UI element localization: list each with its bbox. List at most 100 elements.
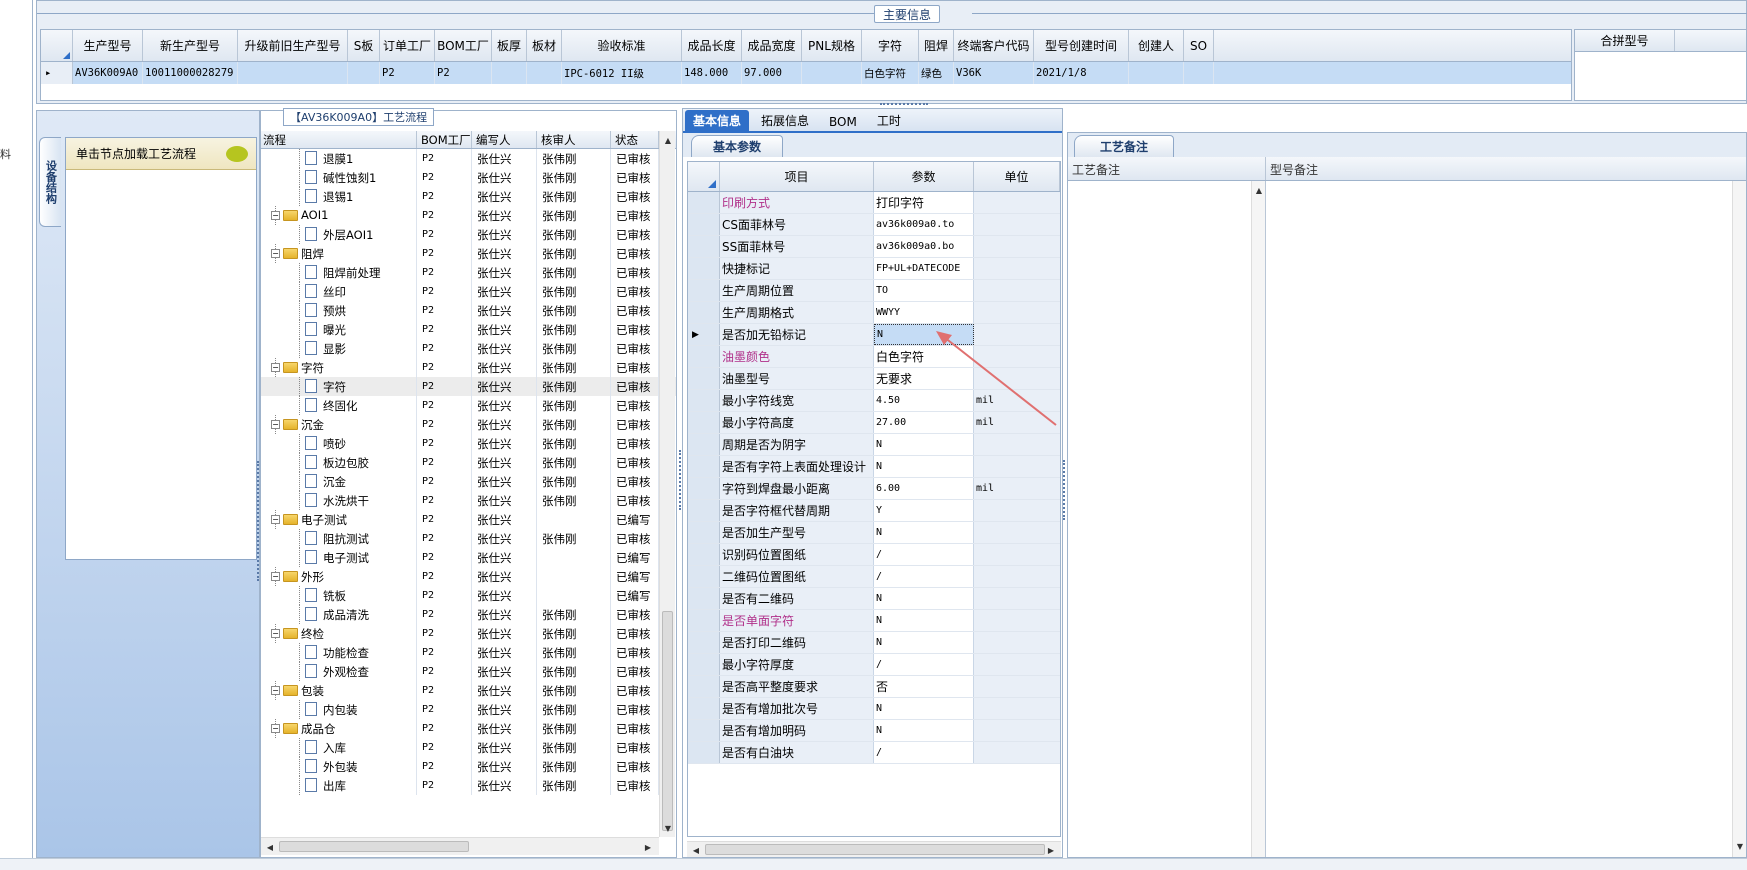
param-value[interactable]: FP+UL+DATECODE xyxy=(874,258,974,279)
row-selector[interactable] xyxy=(688,214,720,235)
process-reviewer-cell[interactable]: 张伟刚 xyxy=(537,225,611,244)
process-status-cell[interactable]: 已审核 xyxy=(611,396,659,415)
process-tree-cell[interactable]: 电子测试 xyxy=(261,548,417,567)
process-status-cell[interactable]: 已审核 xyxy=(611,187,659,206)
process-status-cell[interactable]: 已审核 xyxy=(611,776,659,795)
param-row[interactable]: SS面菲林号 av36k009a0.bo xyxy=(688,236,1060,258)
param-value[interactable]: N xyxy=(874,610,974,631)
main-col-header[interactable]: 升级前旧生产型号 xyxy=(238,30,348,61)
process-reviewer-cell[interactable]: 张伟刚 xyxy=(537,358,611,377)
process-bom-cell[interactable]: P2 xyxy=(417,301,472,320)
process-bom-cell[interactable]: P2 xyxy=(417,700,472,719)
param-value[interactable]: av36k009a0.to xyxy=(874,214,974,235)
main-col-header[interactable]: PNL规格 xyxy=(802,30,862,61)
main-cell[interactable] xyxy=(348,62,380,84)
process-writer-cell[interactable]: 张仕兴 xyxy=(472,738,537,757)
process-bom-cell[interactable]: P2 xyxy=(417,168,472,187)
process-status-cell[interactable]: 已审核 xyxy=(611,320,659,339)
main-cell[interactable]: P2 xyxy=(435,62,492,84)
process-status-cell[interactable]: 已审核 xyxy=(611,434,659,453)
process-row[interactable]: − AOI1 P2 张仕兴 张伟刚 已审核 xyxy=(261,206,676,225)
detail-tab[interactable]: 拓展信息 xyxy=(753,110,817,131)
scroll-down-icon[interactable]: ▼ xyxy=(661,821,675,835)
process-writer-cell[interactable]: 张仕兴 xyxy=(472,757,537,776)
main-cell[interactable]: 白色字符 xyxy=(862,62,919,84)
process-tree-cell[interactable]: − 成品仓 xyxy=(261,719,417,738)
process-bom-cell[interactable]: P2 xyxy=(417,681,472,700)
row-selector[interactable] xyxy=(688,632,720,653)
param-row[interactable]: 识别码位置图纸 / xyxy=(688,544,1060,566)
process-status-cell[interactable]: 已审核 xyxy=(611,263,659,282)
process-bom-cell[interactable]: P2 xyxy=(417,339,472,358)
process-row[interactable]: − 终检 P2 张仕兴 张伟刚 已审核 xyxy=(261,624,676,643)
process-tree-cell[interactable]: 外观检查 xyxy=(261,662,417,681)
process-tree-cell[interactable]: 沉金 xyxy=(261,472,417,491)
param-row[interactable]: 字符到焊盘最小距离 6.00 mil xyxy=(688,478,1060,500)
main-col-header[interactable]: 终端客户代码 xyxy=(954,30,1034,61)
param-grid[interactable]: 项目 参数 单位 印刷方式 打印字符 CS面菲林号 av36k009a0.to SS面菲林号… xyxy=(687,161,1061,837)
process-status-cell[interactable]: 已审核 xyxy=(611,244,659,263)
process-writer-cell[interactable]: 张仕兴 xyxy=(472,719,537,738)
process-bom-cell[interactable]: P2 xyxy=(417,225,472,244)
process-reviewer-cell[interactable]: 张伟刚 xyxy=(537,415,611,434)
main-cell[interactable] xyxy=(492,62,527,84)
param-row[interactable]: 是否单面字符 N xyxy=(688,610,1060,632)
process-bom-cell[interactable]: P2 xyxy=(417,377,472,396)
process-tree-cell[interactable]: 丝印 xyxy=(261,282,417,301)
process-bom-cell[interactable]: P2 xyxy=(417,738,472,757)
process-writer-cell[interactable]: 张仕兴 xyxy=(472,244,537,263)
process-reviewer-cell[interactable] xyxy=(537,510,611,529)
process-writer-cell[interactable]: 张仕兴 xyxy=(472,320,537,339)
process-writer-cell[interactable]: 张仕兴 xyxy=(472,681,537,700)
process-writer-cell[interactable]: 张仕兴 xyxy=(472,472,537,491)
process-bom-cell[interactable]: P2 xyxy=(417,206,472,225)
process-writer-cell[interactable]: 张仕兴 xyxy=(472,567,537,586)
process-row[interactable]: 碱性蚀刻1 P2 张仕兴 张伟刚 已审核 xyxy=(261,168,676,187)
process-reviewer-cell[interactable]: 张伟刚 xyxy=(537,776,611,795)
collapse-toggle-icon[interactable]: − xyxy=(271,249,280,258)
param-value[interactable]: WWYY xyxy=(874,302,974,323)
process-row[interactable]: 退锡1 P2 张仕兴 张伟刚 已审核 xyxy=(261,187,676,206)
main-col-header[interactable]: 板材 xyxy=(527,30,562,61)
process-row[interactable]: 阻焊前处理 P2 张仕兴 张伟刚 已审核 xyxy=(261,263,676,282)
process-status-cell[interactable]: 已审核 xyxy=(611,282,659,301)
process-status-cell[interactable]: 已审核 xyxy=(611,643,659,662)
main-cell[interactable] xyxy=(238,62,348,84)
process-reviewer-cell[interactable] xyxy=(537,548,611,567)
process-tree-cell[interactable]: − 包装 xyxy=(261,681,417,700)
process-writer-cell[interactable]: 张仕兴 xyxy=(472,339,537,358)
process-remark-area[interactable]: ▲ xyxy=(1068,181,1266,857)
main-col-header[interactable]: 成品宽度 xyxy=(742,30,802,61)
main-cell[interactable]: AV36K009A0 xyxy=(73,62,143,84)
param-row[interactable]: 最小字符厚度 / xyxy=(688,654,1060,676)
row-selector[interactable] xyxy=(688,698,720,719)
process-tree-cell[interactable]: 阻抗测试 xyxy=(261,529,417,548)
process-reviewer-cell[interactable]: 张伟刚 xyxy=(537,168,611,187)
process-reviewer-cell[interactable]: 张伟刚 xyxy=(537,434,611,453)
process-tree-cell[interactable]: 退锡1 xyxy=(261,187,417,206)
row-selector[interactable] xyxy=(688,434,720,455)
row-selector[interactable] xyxy=(688,412,720,433)
process-vscroll[interactable]: ▲ ▼ xyxy=(659,131,675,837)
param-value[interactable]: / xyxy=(874,742,974,763)
process-tree-cell[interactable]: 字符 xyxy=(261,377,417,396)
process-bom-cell[interactable]: P2 xyxy=(417,434,472,453)
process-status-cell[interactable]: 已审核 xyxy=(611,377,659,396)
process-writer-cell[interactable]: 张仕兴 xyxy=(472,206,537,225)
param-value[interactable]: N xyxy=(874,698,974,719)
process-bom-cell[interactable]: P2 xyxy=(417,643,472,662)
side-tab-equipment[interactable]: 设备结构 xyxy=(39,137,61,227)
row-selector[interactable] xyxy=(688,390,720,411)
process-writer-cell[interactable]: 张仕兴 xyxy=(472,434,537,453)
process-reviewer-cell[interactable]: 张伟刚 xyxy=(537,396,611,415)
process-tree-cell[interactable]: 内包装 xyxy=(261,700,417,719)
process-status-cell[interactable]: 已审核 xyxy=(611,168,659,187)
process-status-cell[interactable]: 已审核 xyxy=(611,206,659,225)
main-col-header[interactable]: 创建人 xyxy=(1129,30,1184,61)
process-writer-cell[interactable]: 张仕兴 xyxy=(472,529,537,548)
detail-tab[interactable]: 工时 xyxy=(869,110,909,131)
row-selector[interactable] xyxy=(688,346,720,367)
process-bom-cell[interactable]: P2 xyxy=(417,624,472,643)
row-pointer-icon[interactable]: ▶ xyxy=(688,324,720,345)
main-col-header[interactable]: S板 xyxy=(348,30,380,61)
